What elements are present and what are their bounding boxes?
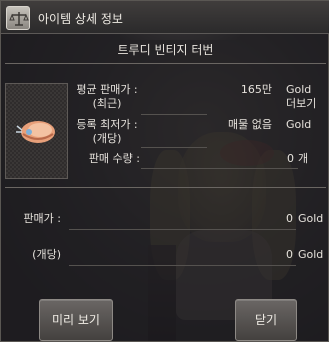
min-price-label: 등록 최저가 : (76, 118, 138, 131)
sale-qty-value: 0 (287, 152, 294, 165)
sell-each-unit: Gold (298, 248, 324, 261)
avg-price-unit: Gold (286, 83, 312, 96)
sale-qty-row: 판매 수량 : 0 개 (74, 152, 326, 168)
divider (5, 63, 326, 64)
sell-price-row: 판매가 : 0 Gold (11, 212, 326, 228)
scale-icon (6, 6, 30, 30)
title-bar[interactable]: 아이템 상세 정보 (1, 1, 329, 34)
sale-qty-label: 판매 수량 : (88, 152, 140, 165)
divider (5, 187, 326, 188)
more-link[interactable]: 더보기 (286, 97, 316, 111)
min-price-value: 매물 없음 (228, 118, 272, 131)
item-thumbnail (5, 83, 68, 179)
avg-price-sublabel: (최근) (92, 97, 122, 110)
window-title: 아이템 상세 정보 (38, 12, 123, 26)
avg-price-row: 평균 판매가 : (최근) 165만 Gold 더보기 (74, 83, 326, 113)
preview-button[interactable]: 미리 보기 (39, 299, 113, 341)
avg-price-value: 165만 (240, 83, 272, 96)
min-price-unit: Gold (286, 118, 312, 131)
sell-each-row: (개당) 0 Gold (11, 248, 326, 264)
close-button[interactable]: 닫기 (235, 299, 297, 341)
item-name: 트루디 빈티지 터번 (117, 43, 214, 57)
min-price-row: 등록 최저가 : (개당) 매물 없음 Gold (74, 118, 326, 148)
turban-icon (16, 121, 55, 143)
sell-price-field[interactable] (69, 229, 296, 230)
sell-each-label: (개당) (32, 248, 61, 261)
sell-price-unit: Gold (298, 212, 324, 225)
avg-price-label: 평균 판매가 : (76, 83, 138, 96)
sell-price-value: 0 (286, 212, 293, 225)
sell-price-label: 판매가 : (23, 212, 61, 225)
sale-qty-unit: 개 (298, 152, 309, 165)
sell-each-value: 0 (286, 248, 293, 261)
min-price-sublabel: (개당) (92, 132, 122, 145)
item-detail-dialog: 아이템 상세 정보 트루디 빈티지 터번 평균 판매가 : (최근) 165만 … (0, 0, 329, 342)
